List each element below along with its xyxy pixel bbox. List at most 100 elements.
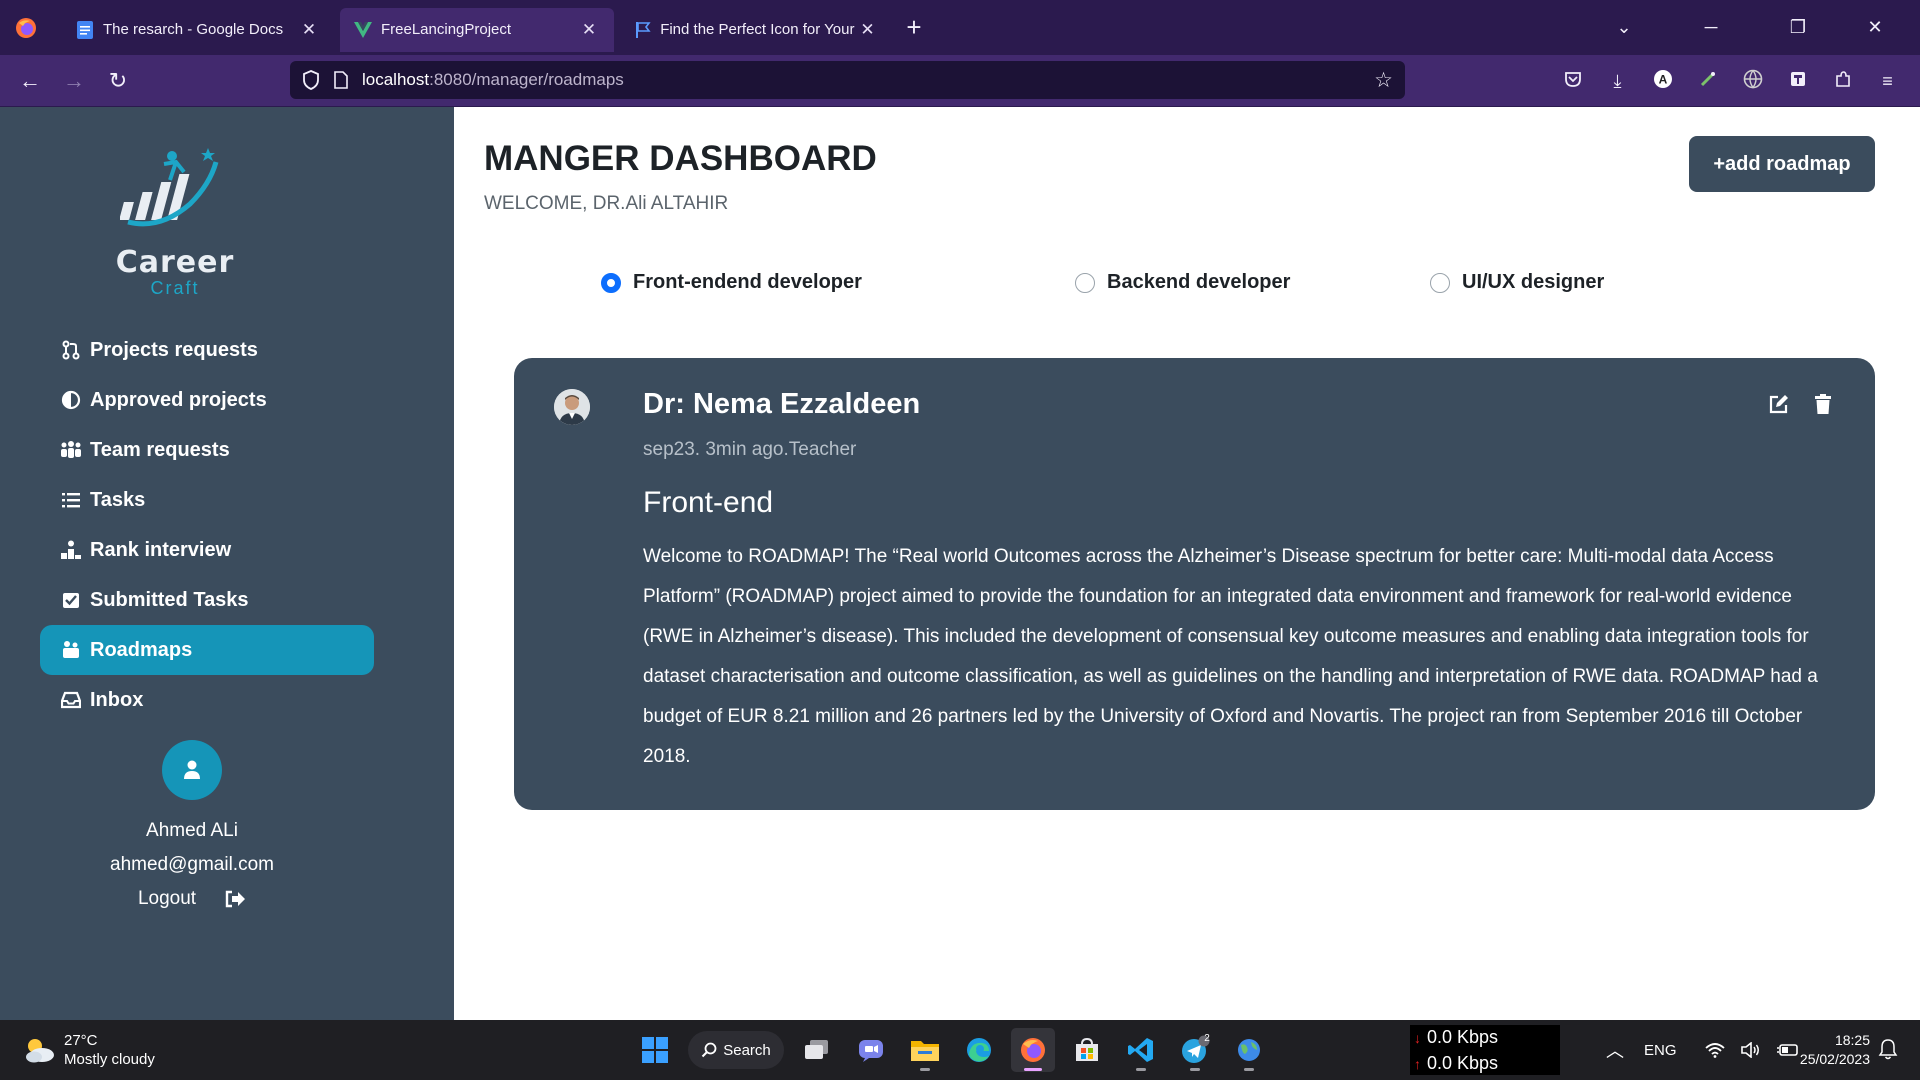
pocket-icon[interactable] [1550,70,1595,93]
user-profile: Ahmed ALi ahmed@gmail.com Logout [0,740,384,916]
minimize-icon[interactable]: ─ [1656,17,1766,38]
edge-button[interactable] [957,1028,1001,1072]
sidebar-item-team-requests[interactable]: Team requests [40,425,374,475]
close-tab-icon[interactable]: ✕ [578,20,600,40]
close-tab-icon[interactable]: ✕ [857,20,878,40]
card-heading: Front-end [643,486,774,519]
card-body: Welcome to ROADMAP! The “Real world Outc… [643,546,1818,767]
chat-icon [859,1040,883,1062]
globe-icon[interactable] [1730,69,1775,94]
tab-find-icon[interactable]: Find the Perfect Icon for Your Pr ✕ [620,8,892,52]
logout-label: Logout [137,888,197,909]
vue-icon [354,21,372,39]
new-tab-button[interactable]: + [892,12,936,43]
url-path: :8080/manager/roadmaps [429,70,624,89]
logout-button[interactable]: Logout [0,882,384,916]
volume-icon[interactable] [1740,1042,1761,1058]
url-bar[interactable]: localhost:8080/manager/roadmaps ☆ [290,61,1405,99]
tab-freelancing-project[interactable]: FreeLancingProject ✕ [340,7,614,52]
browser-nav-bar: ← → ↻ localhost:8080/manager/roadmaps ☆ … [0,55,1920,107]
reader-extension-icon[interactable] [1775,70,1820,93]
add-roadmap-button[interactable]: +add roadmap [1689,136,1875,192]
card-actions [1757,391,1845,417]
running-indicator [1136,1068,1146,1071]
sidebar-item-rank-interview[interactable]: Rank interview [40,525,374,575]
sidebar-item-tasks[interactable]: Tasks [40,475,374,525]
radio-checked-icon [601,272,621,293]
running-indicator [1244,1068,1254,1071]
forward-icon[interactable]: → [52,61,96,101]
weather-widget[interactable]: 27°C Mostly cloudy [22,1031,155,1069]
sidebar-item-submitted-tasks[interactable]: Submitted Tasks [40,575,374,625]
radio-backend-developer[interactable]: Backend developer [1075,271,1290,294]
edit-icon[interactable] [1757,391,1801,417]
color-picker-icon[interactable] [1685,70,1730,93]
flag-icon [634,21,651,39]
firefox-menu-icon[interactable] [0,0,52,55]
logout-icon [224,889,246,909]
team-icon [58,439,84,461]
windows-icon [642,1037,668,1063]
tab-title: The resarch - Google Docs [103,21,284,38]
bookmark-star-icon[interactable]: ☆ [1374,68,1393,93]
telegram-button[interactable]: 2 [1173,1028,1217,1072]
tab-title: FreeLancingProject [381,21,512,38]
sidebar-item-projects-requests[interactable]: Projects requests [40,325,374,375]
running-indicator [1190,1068,1200,1071]
back-icon[interactable]: ← [8,61,52,101]
task-view-button[interactable] [795,1028,839,1072]
teams-chat-button[interactable] [849,1028,893,1072]
start-button[interactable] [633,1028,677,1072]
extra-app-button[interactable] [1227,1028,1271,1072]
radio-uiux-designer[interactable]: UI/UX designer [1430,271,1604,294]
browser-tab-bar: The resarch - Google Docs ✕ FreeLancingP… [0,0,1920,55]
sidebar-item-label: Approved projects [90,388,267,411]
extensions-icon[interactable] [1820,69,1865,94]
store-button[interactable] [1065,1028,1109,1072]
sidebar-item-approved-projects[interactable]: Approved projects [40,375,374,425]
avatar[interactable] [162,740,222,800]
sidebar-item-inbox[interactable]: Inbox [40,675,374,725]
file-explorer-button[interactable] [903,1028,947,1072]
chevron-up-icon[interactable]: ︿ [1606,1037,1624,1063]
google-docs-icon [76,20,94,39]
search-icon [701,1042,717,1058]
weather-desc: Mostly cloudy [64,1051,155,1068]
account-icon[interactable]: A [1640,69,1685,94]
sidebar-item-label: Rank interview [90,538,232,561]
vscode-button[interactable] [1119,1028,1163,1072]
taskbar-search[interactable]: Search [688,1031,784,1069]
upload-arrow-icon: ↑ [1414,1056,1421,1072]
download-icon[interactable]: ⤓ [1595,71,1640,92]
sidebar-item-label: Inbox [90,688,144,711]
language-indicator[interactable]: ENG [1644,1042,1677,1059]
list-all-tabs-icon[interactable]: ⌄ [1592,17,1656,38]
radio-frontend-developer[interactable]: Front-endend developer [601,271,862,294]
restore-icon[interactable]: ❐ [1766,17,1830,38]
window-controls: ⌄ ─ ❐ ✕ [1592,0,1920,55]
radio-label: Front-endend developer [633,271,862,293]
sidebar-menu: Projects requests Approved projects Team… [40,325,374,725]
close-tab-icon[interactable]: ✕ [298,20,320,40]
firefox-taskbar-button[interactable] [1011,1028,1055,1072]
tab-google-docs[interactable]: The resarch - Google Docs ✕ [62,8,334,52]
sidebar-item-label: Team requests [90,438,230,461]
career-craft-logo-graphic [119,148,219,227]
close-window-icon[interactable]: ✕ [1830,17,1920,38]
tab-title: Find the Perfect Icon for Your Pr [660,21,857,38]
radio-label: Backend developer [1107,271,1291,293]
reload-icon[interactable]: ↻ [96,61,140,101]
notifications-icon[interactable] [1878,1038,1898,1060]
system-clock[interactable]: 18:25 25/02/2023 [1786,1031,1870,1069]
brand-subtitle: Craft [150,278,200,298]
page-icon[interactable] [334,71,348,89]
user-email: ahmed@gmail.com [110,854,274,875]
shield-icon[interactable] [302,70,320,90]
wifi-icon[interactable] [1704,1042,1725,1058]
author-photo-icon [554,389,590,425]
network-speed-meter: ↓ 0.0 Kbps ↑ 0.0 Kbps [1410,1025,1560,1075]
radio-unchecked-icon [1075,272,1095,293]
hamburger-menu-icon[interactable]: ≡ [1865,71,1910,92]
delete-icon[interactable] [1801,391,1845,417]
sidebar-item-roadmaps[interactable]: Roadmaps [40,625,374,675]
